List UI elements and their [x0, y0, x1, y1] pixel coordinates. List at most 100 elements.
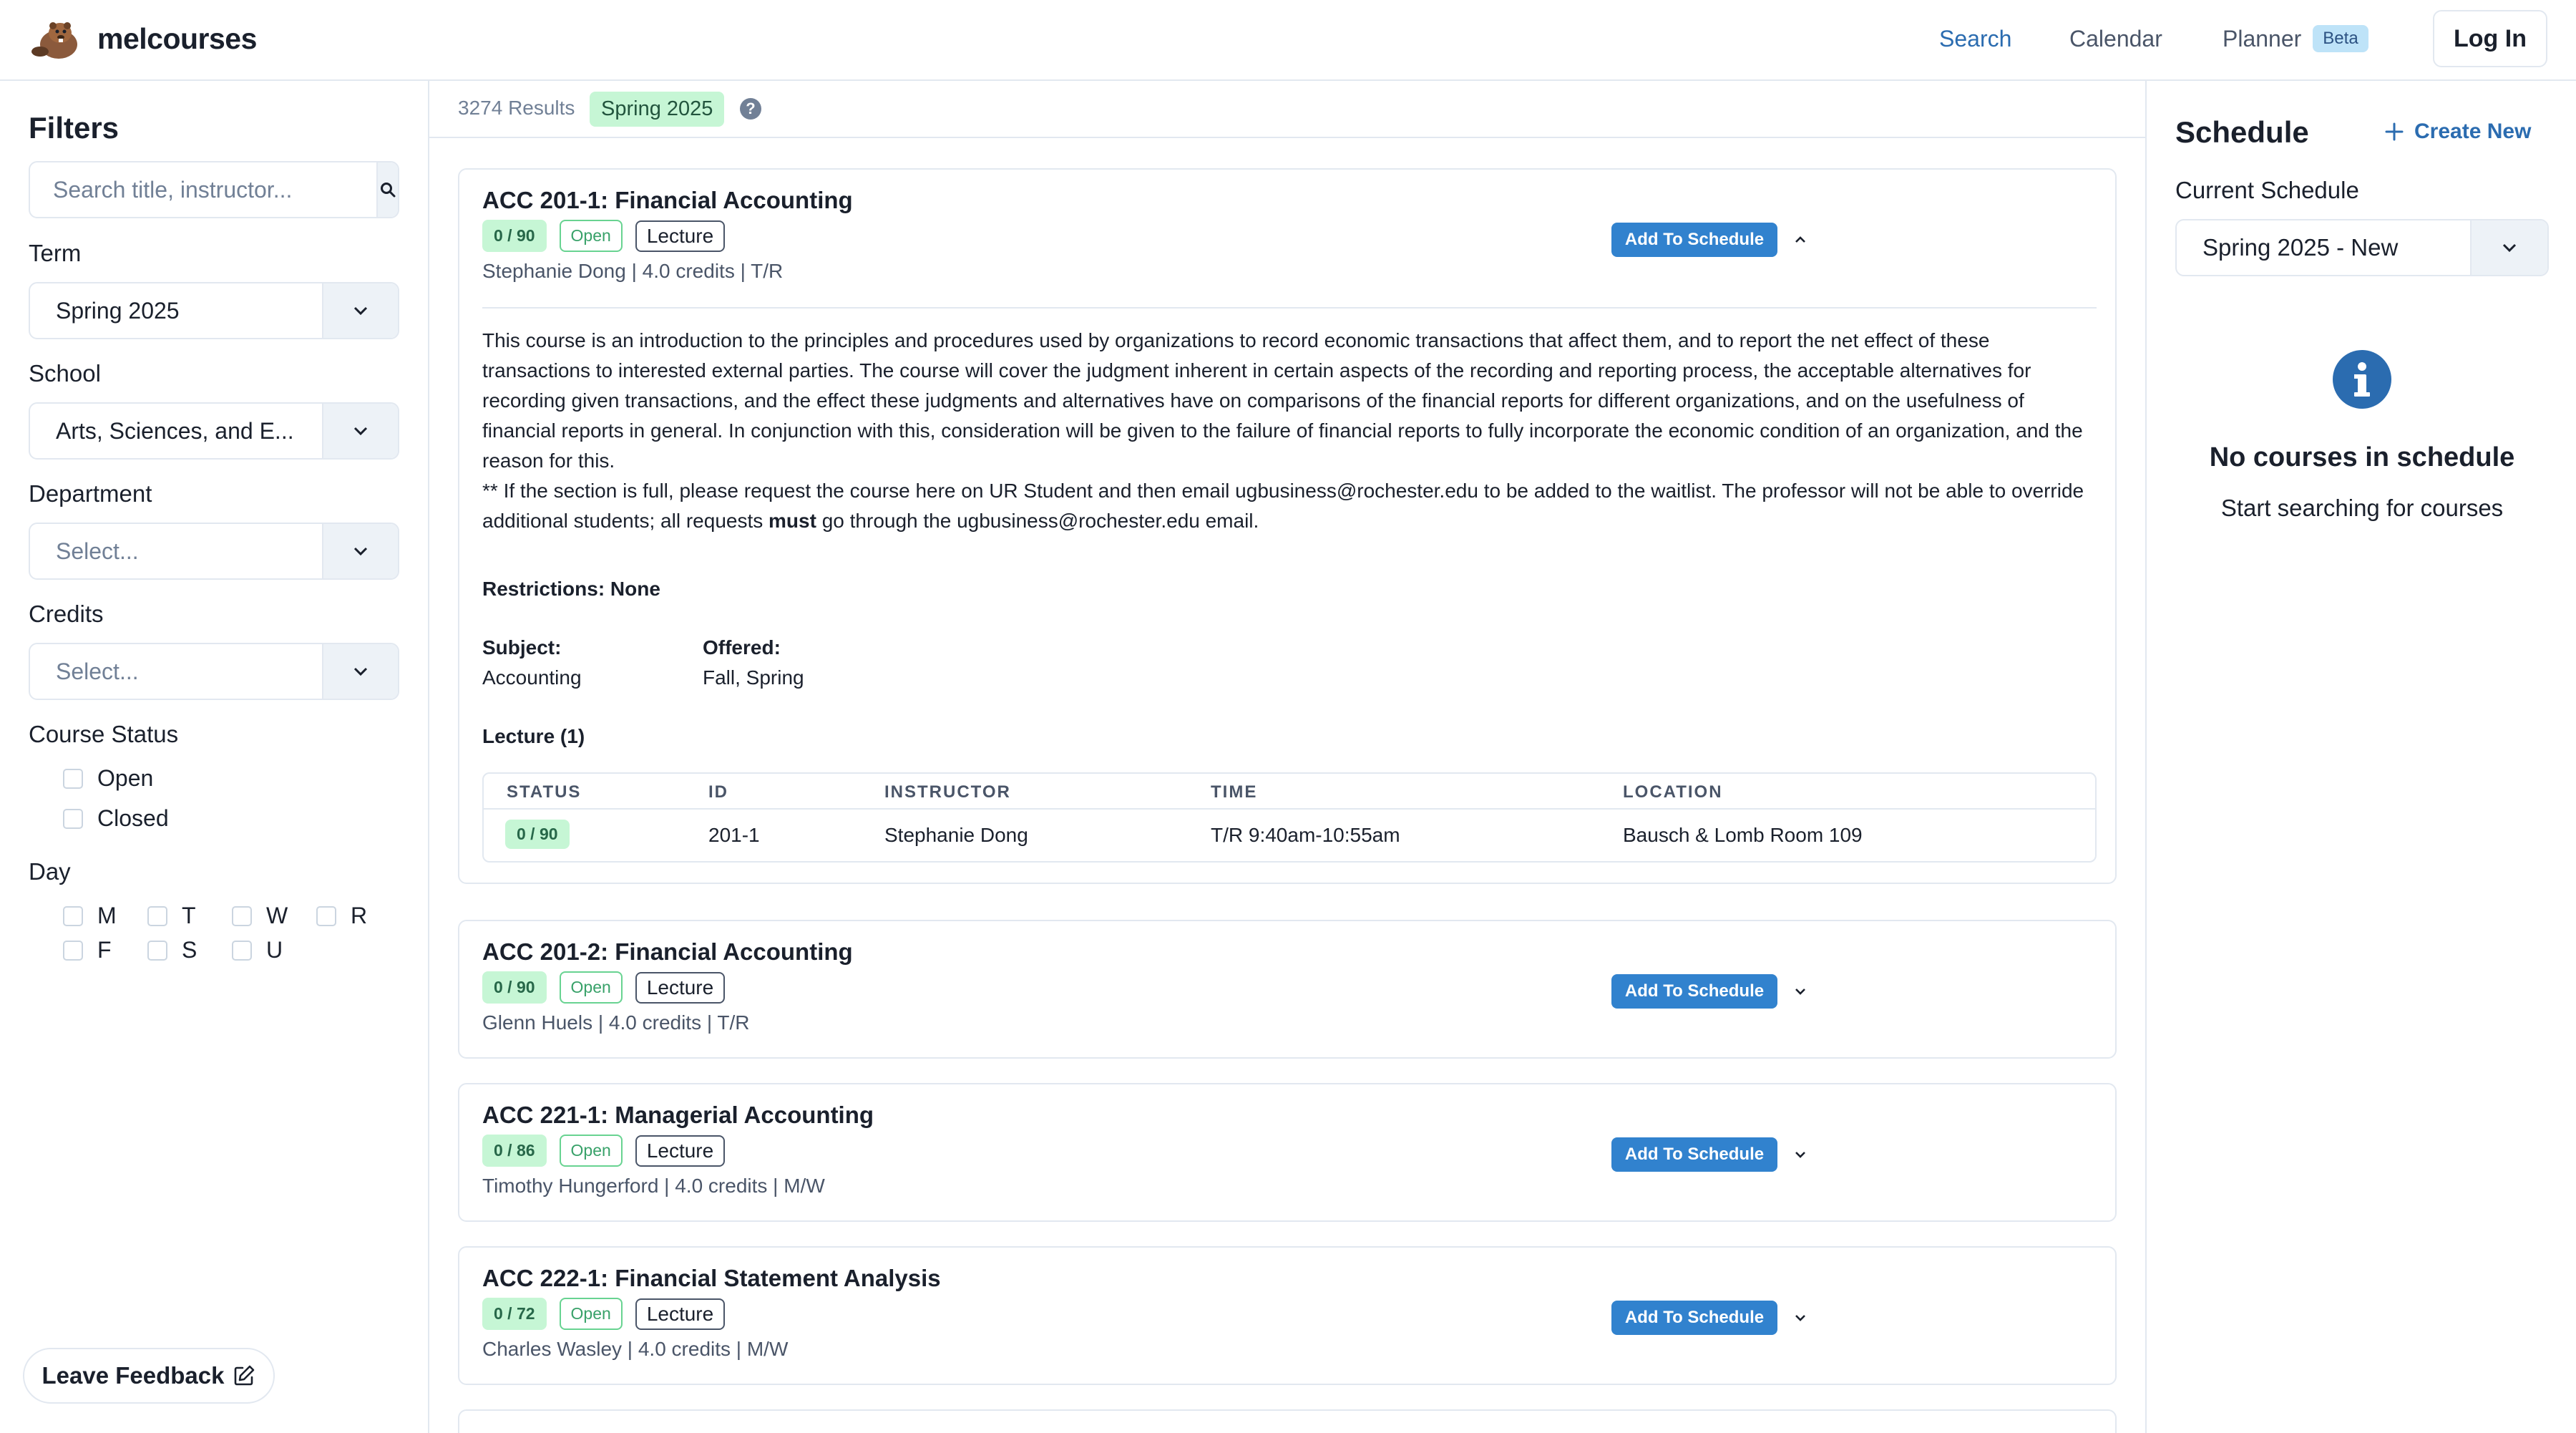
current-schedule-arrow[interactable]	[2470, 220, 2547, 275]
search-icon	[381, 183, 396, 198]
day-u-label: U	[266, 937, 283, 963]
day-r-option[interactable]: R	[316, 903, 367, 929]
search-button[interactable]	[376, 162, 398, 217]
school-select-arrow[interactable]	[322, 404, 398, 458]
status-open-checkbox[interactable]	[63, 768, 83, 789]
day-u-option[interactable]: U	[232, 937, 283, 963]
credits-select[interactable]: Select...	[29, 643, 399, 700]
add-to-schedule-button[interactable]: Add To Schedule	[1611, 1301, 1777, 1335]
chevron-down-icon	[1795, 988, 1805, 995]
current-schedule-select[interactable]: Spring 2025 - New	[2175, 219, 2549, 276]
school-label: School	[29, 360, 101, 387]
expand-button[interactable]	[1792, 1309, 1809, 1326]
term-select[interactable]: Spring 2025	[29, 282, 399, 339]
collapse-button[interactable]	[1792, 231, 1809, 248]
row-instructor: Stephanie Dong	[884, 824, 1028, 846]
day-t-option[interactable]: T	[147, 903, 196, 929]
brand[interactable]: melcourses	[31, 17, 257, 60]
chevron-down-icon	[1795, 1315, 1805, 1321]
add-to-schedule-button[interactable]: Add To Schedule	[1611, 223, 1777, 257]
expand-button[interactable]	[1792, 1146, 1809, 1163]
day-f-option[interactable]: F	[63, 937, 112, 963]
status-closed-checkbox[interactable]	[63, 808, 83, 829]
department-label: Department	[29, 480, 152, 507]
day-m-option[interactable]: M	[63, 903, 117, 929]
status-badge: Open	[559, 1298, 623, 1330]
current-schedule-label: Current Schedule	[2175, 177, 2359, 203]
th-id: ID	[708, 782, 728, 802]
add-to-schedule-button[interactable]: Add To Schedule	[1611, 974, 1777, 1009]
day-r-checkbox[interactable]	[316, 905, 336, 926]
school-select[interactable]: Arts, Sciences, and E...	[29, 402, 399, 460]
login-button[interactable]: Log In	[2433, 10, 2547, 67]
seats-badge: 0 / 90	[482, 220, 547, 252]
status-open-label: Open	[97, 765, 154, 791]
brand-name: melcourses	[97, 21, 257, 55]
credits-select-arrow[interactable]	[322, 644, 398, 699]
top-navbar: melcourses Search Calendar Planner Beta …	[0, 0, 2576, 81]
day-m-checkbox[interactable]	[63, 905, 83, 926]
th-location: LOCATION	[1623, 782, 1723, 802]
filters-title: Filters	[29, 111, 119, 145]
status-open-option[interactable]: Open	[63, 765, 153, 792]
department-select[interactable]: Select...	[29, 523, 399, 580]
subject-value: Accounting	[482, 666, 582, 689]
term-select-arrow[interactable]	[322, 283, 398, 338]
course-card[interactable]: ACC 201-2: Financial Accounting 0 / 90 O…	[458, 920, 2117, 1059]
chevron-down-icon	[353, 547, 368, 556]
type-badge: Lecture	[635, 971, 726, 1004]
sections-table: STATUS ID INSTRUCTOR TIME LOCATION 0 / 9…	[482, 772, 2097, 863]
chevron-down-icon	[1795, 1152, 1805, 1158]
type-badge: Lecture	[635, 1298, 726, 1330]
nav-planner[interactable]: Planner Beta	[2223, 0, 2368, 77]
course-card[interactable]: ACC 201-1: Financial Accounting 0 / 90 O…	[458, 168, 2117, 884]
create-new-button[interactable]: Create New	[2384, 120, 2531, 144]
edit-icon	[235, 1365, 255, 1386]
waitlist-note-text-a: ** If the section is full, please reques…	[482, 480, 2084, 532]
course-card-partial[interactable]	[458, 1409, 2117, 1433]
current-schedule-value: Spring 2025 - New	[2202, 234, 2399, 261]
leave-feedback-button[interactable]: Leave Feedback	[23, 1348, 275, 1404]
credits-select-value: Select...	[56, 658, 139, 684]
nav-calendar[interactable]: Calendar	[2069, 0, 2162, 77]
credits-label: Credits	[29, 601, 104, 627]
chevron-down-icon	[353, 667, 368, 676]
term-label: Term	[29, 240, 82, 266]
course-tags: 0 / 90 Open Lecture	[482, 220, 726, 252]
day-r-label: R	[351, 903, 368, 928]
day-w-label: W	[266, 903, 288, 928]
day-s-option[interactable]: S	[147, 937, 197, 963]
status-closed-option[interactable]: Closed	[63, 805, 169, 832]
add-to-schedule-button[interactable]: Add To Schedule	[1611, 1137, 1777, 1172]
search-input[interactable]	[30, 162, 376, 217]
offered-value: Fall, Spring	[703, 666, 804, 689]
results-panel: 3274 Results Spring 2025 ? ACC 201-1: Fi…	[429, 81, 2145, 1433]
results-count: 3274 Results	[458, 97, 575, 119]
status-badge: Open	[559, 220, 623, 252]
day-s-checkbox[interactable]	[147, 940, 167, 961]
beta-badge: Beta	[2313, 25, 2368, 52]
day-w-option[interactable]: W	[232, 903, 288, 929]
leave-feedback-label: Leave Feedback	[42, 1362, 225, 1389]
course-card[interactable]: ACC 222-1: Financial Statement Analysis …	[458, 1246, 2117, 1385]
day-label: Day	[29, 858, 71, 885]
school-select-value: Arts, Sciences, and E...	[56, 417, 294, 444]
th-status: STATUS	[507, 782, 582, 802]
help-icon[interactable]: ?	[740, 98, 761, 120]
day-f-label: F	[97, 937, 112, 963]
course-title: ACC 201-2: Financial Accounting	[482, 938, 853, 965]
expand-button[interactable]	[1792, 983, 1809, 1000]
chevron-down-icon	[353, 427, 368, 436]
status-closed-label: Closed	[97, 805, 169, 831]
type-badge: Lecture	[635, 220, 726, 252]
department-select-arrow[interactable]	[322, 524, 398, 578]
day-t-checkbox[interactable]	[147, 905, 167, 926]
day-f-checkbox[interactable]	[63, 940, 83, 961]
term-pill: Spring 2025	[590, 92, 725, 127]
status-badge: Open	[559, 1135, 623, 1167]
course-card[interactable]: ACC 221-1: Managerial Accounting 0 / 86 …	[458, 1083, 2117, 1222]
nav-search[interactable]: Search	[1939, 0, 2011, 77]
course-tags: 0 / 86 Open Lecture	[482, 1135, 726, 1167]
day-w-checkbox[interactable]	[232, 905, 252, 926]
day-u-checkbox[interactable]	[232, 940, 252, 961]
